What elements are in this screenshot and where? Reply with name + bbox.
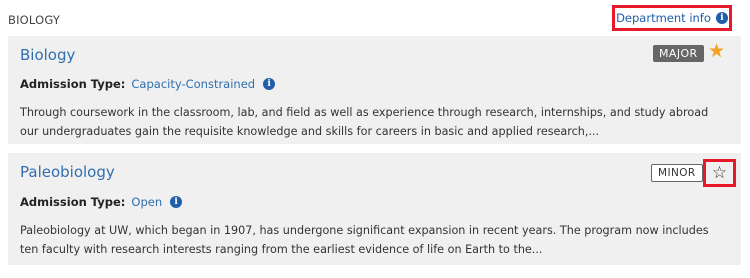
program-title[interactable]: Paleobiology: [20, 163, 115, 181]
admission-type-value[interactable]: Capacity-Constrained: [131, 77, 255, 91]
program-card-biology: Biology MAJOR ★ Admission Type: Capacity…: [8, 36, 741, 144]
program-title[interactable]: Biology: [20, 46, 75, 64]
favorite-star-highlight[interactable]: ☆: [703, 159, 736, 187]
department-info-link[interactable]: Department info i: [616, 11, 728, 25]
program-card-paleobiology: Paleobiology MINOR ☆ Admission Type: Ope…: [8, 153, 741, 265]
major-badge: MAJOR: [653, 45, 704, 62]
info-icon[interactable]: i: [263, 78, 276, 90]
department-info-label[interactable]: Department info: [616, 11, 711, 25]
admission-type-row: Admission Type: Open i: [20, 195, 183, 209]
program-description: Through coursework in the classroom, lab…: [20, 106, 709, 138]
star-filled-icon[interactable]: ★: [708, 42, 725, 61]
department-info-highlight[interactable]: Department info i: [612, 5, 732, 31]
section-header: BIOLOGY Department info i: [0, 0, 750, 38]
program-description: Paleobiology at UW, which began in 1907,…: [20, 224, 709, 256]
info-icon: i: [715, 12, 728, 24]
admission-type-label: Admission Type:: [20, 77, 126, 91]
section-title: BIOLOGY: [8, 13, 61, 27]
admission-type-label: Admission Type:: [20, 195, 126, 209]
info-icon[interactable]: i: [170, 196, 183, 208]
minor-badge: MINOR: [651, 164, 703, 182]
star-outline-icon[interactable]: ☆: [712, 164, 727, 182]
admission-type-value[interactable]: Open: [131, 195, 162, 209]
admission-type-row: Admission Type: Capacity-Constrained i: [20, 77, 276, 91]
